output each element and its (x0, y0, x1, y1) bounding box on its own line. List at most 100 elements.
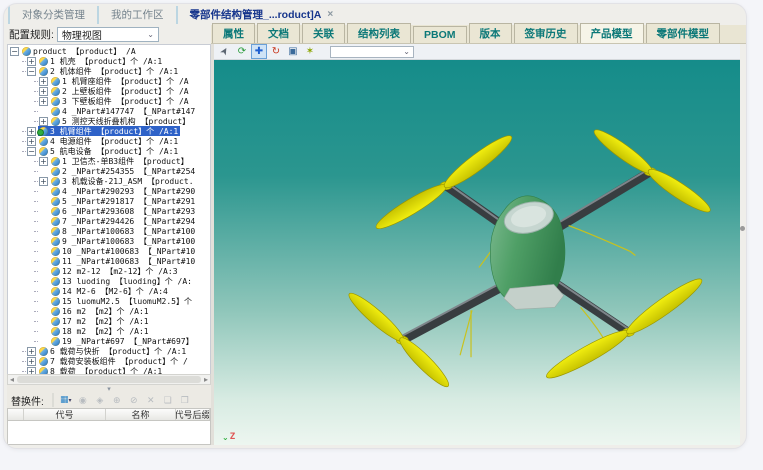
tree-node[interactable]: 6 _NPart#293608 【_NPart#293 (8, 206, 210, 216)
spin-view-icon[interactable]: ↻ (269, 45, 283, 58)
tree-node[interactable]: 8 _NPart#100683 【_NPart#100 (8, 226, 210, 236)
rotate-view-icon[interactable]: ⟳ (235, 45, 249, 58)
tree-node[interactable]: +3 机臂组件 【product】个 /A:1 (8, 126, 210, 136)
tree-horizontal-scrollbar[interactable]: ◂ ▸ (7, 374, 211, 385)
tree-node[interactable]: +4 电源组件 【product】个 /A:1 (8, 136, 210, 146)
detail-tab[interactable]: 产品模型 (580, 23, 644, 43)
detail-tab[interactable]: PBOM (413, 26, 467, 43)
tree-node[interactable]: 14 M2-6 【M2-6】个 /A:4 (8, 286, 210, 296)
tree-node[interactable]: +1 机臂座组件 【product】个 /A (8, 76, 210, 86)
tree-node[interactable]: +3 机载设备-21J_ASM 【product. (8, 176, 210, 186)
tree-node[interactable]: +2 上壁板组件 【product】个 /A (8, 86, 210, 96)
tree-node[interactable]: −product 【product】 /A (8, 46, 210, 56)
select-cursor-icon[interactable]: ➤ (216, 42, 234, 61)
tree-node-content: 4 _NPart#147747 【_NPart#147 (50, 106, 197, 116)
config-rule-row: 配置规则: 物理视图 ⌄ (4, 25, 211, 44)
expand-icon[interactable]: + (39, 177, 48, 186)
expand-icon[interactable]: + (27, 347, 36, 356)
tree-node[interactable]: 2 _NPart#254355 【_NPart#254 (8, 166, 210, 176)
tree-node[interactable]: 16 m2 【m2】个 /A:1 (8, 306, 210, 316)
tree-node[interactable]: 12 m2-12 【m2-12】个 /A:3 (8, 266, 210, 276)
right-splitter-dot[interactable] (740, 226, 745, 231)
expand-icon[interactable]: + (39, 157, 48, 166)
tree-node[interactable]: 18 m2 【m2】个 /A:1 (8, 326, 210, 336)
tree-connector (34, 261, 38, 262)
tree-node[interactable]: −5 航电设备 【product】个 /A:1 (8, 146, 210, 156)
detail-tab-label: 版本 (480, 28, 501, 40)
tree-connector (22, 151, 26, 152)
close-icon[interactable]: × (327, 9, 333, 20)
replace-column-header[interactable]: 代号 (24, 409, 106, 420)
expand-icon[interactable]: + (39, 87, 48, 96)
detail-tab-label: 零部件模型 (657, 28, 710, 40)
detail-tab[interactable]: 属性 (212, 23, 255, 43)
scroll-left-arrow-icon[interactable]: ◂ (10, 375, 14, 384)
detail-tab[interactable]: 文档 (257, 23, 300, 43)
expand-icon[interactable]: + (27, 57, 36, 66)
detail-tab-label: 文档 (268, 28, 289, 40)
tree-node[interactable]: +5 测控天线折叠机构 【product】 (8, 116, 210, 126)
detail-tab[interactable]: 版本 (469, 23, 512, 43)
replace-view-mode-icon[interactable]: ▦▾ (59, 393, 73, 407)
tree-node[interactable]: 15 luomuM2.5 【luomuM2.5】个 (8, 296, 210, 306)
tree-node[interactable]: 4 _NPart#290293 【_NPart#290 (8, 186, 210, 196)
tree-node-label: 6 载荷与快折 【product】个 /A:1 (50, 346, 186, 356)
collapse-icon[interactable]: − (10, 47, 19, 56)
part-icon (39, 127, 48, 136)
tree-node-label: 13 luoding 【luoding】个 /A: (62, 276, 192, 286)
expand-icon[interactable]: + (27, 367, 36, 375)
detail-tab[interactable]: 结构列表 (347, 23, 411, 43)
subheader: 配置规则: 物理视图 ⌄ 属性 文档 关联结构列表PBOM 版本 签审历史产品模型 零部件… (4, 25, 746, 44)
replace-delete-icon: ✕ (144, 394, 158, 406)
scroll-right-arrow-icon[interactable]: ▸ (204, 375, 208, 384)
tree-node[interactable]: 19 _NPart#697 【_NPart#697】 (8, 336, 210, 346)
tree-node[interactable]: 7 _NPart#294426 【_NPart#294 (8, 216, 210, 226)
scrollbar-thumb[interactable] (17, 376, 201, 383)
tree-node-label: 5 _NPart#291817 【_NPart#291 (62, 196, 195, 206)
tree-node[interactable]: −2 机体组件 【product】个 /A:1 (8, 66, 210, 76)
viewer-combo-select[interactable]: ⌄ (330, 46, 414, 58)
tree-node[interactable]: +6 载荷与快折 【product】个 /A:1 (8, 346, 210, 356)
tree-node[interactable]: +7 载荷安装板组件 【product】个 / (8, 356, 210, 366)
pan-view-icon[interactable]: ✚ (252, 45, 266, 58)
detail-tab[interactable]: 签审历史 (514, 23, 578, 43)
tree-node[interactable]: 4 _NPart#147747 【_NPart#147 (8, 106, 210, 116)
tree-node[interactable]: 11 _NPart#100683 【_NPart#10 (8, 256, 210, 266)
detail-tab[interactable]: 关联 (302, 23, 345, 43)
replace-column-header[interactable]: 名称 (106, 409, 176, 420)
panel-splitter[interactable]: ▾ (7, 385, 211, 392)
expand-icon[interactable]: + (27, 137, 36, 146)
part-icon (39, 357, 48, 366)
document-tab[interactable]: 对象分类管理 (8, 6, 97, 24)
expand-icon[interactable]: + (27, 357, 36, 366)
tree-node[interactable]: 10 _NPart#100683 【_NPart#10 (8, 246, 210, 256)
document-tab[interactable]: 零部件结构管理_...roduct]A× (176, 6, 346, 24)
zoom-window-icon[interactable]: ▣ (286, 45, 300, 58)
tree-node[interactable]: +1 卫信杰-单B3组件 【product】 (8, 156, 210, 166)
tree-node[interactable]: 13 luoding 【luoding】个 /A: (8, 276, 210, 286)
tree-node-content: product 【product】 /A (21, 46, 138, 56)
replace-parts-header: 替换件: ▦▾◉◈⊕⊘✕❏❐ (7, 392, 211, 408)
expand-icon[interactable]: + (39, 77, 48, 86)
detail-tab[interactable]: 零部件模型 (646, 23, 721, 43)
tree-node[interactable]: +8 载荷 【product】个 /A:1 (8, 366, 210, 374)
3d-viewport[interactable]: ⌄ Z (214, 60, 740, 445)
tree-connector (34, 301, 38, 302)
tree-node-label: 1 机臂座组件 【product】个 /A (62, 76, 189, 86)
tree-node[interactable]: 9 _NPart#100683 【_NPart#100 (8, 236, 210, 246)
tree-node-content: 1 机壳 【product】个 /A:1 (38, 56, 164, 66)
expand-icon[interactable]: + (27, 127, 36, 136)
expand-icon[interactable]: + (39, 97, 48, 106)
collapse-icon[interactable]: − (27, 147, 36, 156)
collapse-icon[interactable]: − (27, 67, 36, 76)
tree-node[interactable]: 5 _NPart#291817 【_NPart#291 (8, 196, 210, 206)
tree-node[interactable]: +3 下壁板组件 【product】个 /A (8, 96, 210, 106)
tree-node-label: 15 luomuM2.5 【luomuM2.5】个 (62, 296, 192, 306)
expand-icon[interactable]: + (39, 117, 48, 126)
tree-node[interactable]: 17 m2 【m2】个 /A:1 (8, 316, 210, 326)
fit-view-icon[interactable]: ✶ (303, 45, 317, 58)
document-tab[interactable]: 我的工作区 (97, 6, 176, 24)
replace-column-header[interactable]: 代号后缀 (176, 409, 210, 420)
config-view-select[interactable]: 物理视图 ⌄ (57, 27, 159, 42)
tree-node[interactable]: +1 机壳 【product】个 /A:1 (8, 56, 210, 66)
